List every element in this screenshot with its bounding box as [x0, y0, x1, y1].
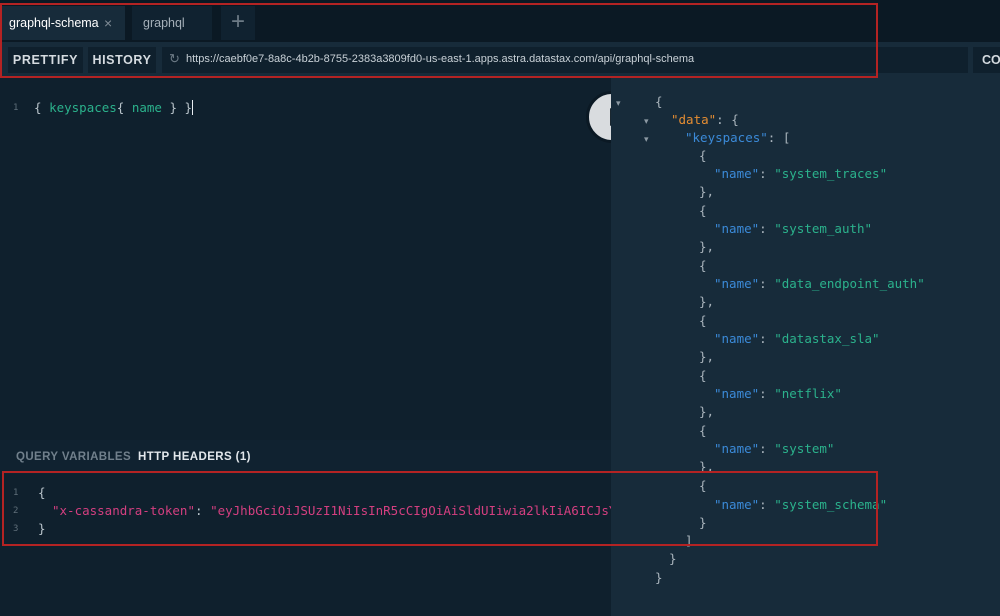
result-brace: },	[699, 349, 715, 364]
result-key-keyspaces: "keyspaces"	[685, 130, 768, 145]
line-number: 1	[13, 103, 19, 113]
result-brace: },	[699, 404, 715, 419]
result-key-name: "name"	[714, 276, 760, 291]
result-brace: {	[699, 368, 707, 383]
query-text[interactable]: { keyspaces{ name } }	[34, 100, 194, 115]
result-brace: }	[669, 551, 677, 566]
copy-curl-button[interactable]: CO	[973, 47, 1000, 73]
fold-icon[interactable]: ▾	[644, 134, 649, 145]
result-key-name: "name"	[714, 221, 760, 236]
result-entry: "name": "system"	[714, 441, 835, 456]
result-brace: },	[699, 239, 715, 254]
result-brace: {	[699, 148, 707, 163]
tab-http-headers[interactable]: HTTP HEADERS (1)	[138, 451, 251, 463]
result-entry: "name": "system_traces"	[714, 166, 888, 181]
result-brace: {	[699, 203, 707, 218]
result-value: "data_endpoint_auth"	[774, 276, 925, 291]
result-entry: "name": "datastax_sla"	[714, 331, 880, 346]
result-brace: {	[699, 258, 707, 273]
result-keyspaces-line: "keyspaces": [	[685, 130, 791, 145]
result-data-line: "data": {	[671, 112, 739, 127]
result-key-name: "name"	[714, 386, 760, 401]
query-field-name: name	[131, 100, 162, 115]
text-cursor	[192, 100, 194, 115]
result-entry: "name": "data_endpoint_auth"	[714, 276, 925, 291]
highlight-box	[0, 3, 878, 78]
result-key-name: "name"	[714, 166, 760, 181]
result-key-name: "name"	[714, 331, 760, 346]
result-brace: },	[699, 294, 715, 309]
query-field-keyspaces: keyspaces	[49, 100, 117, 115]
result-entry: "name": "netflix"	[714, 386, 842, 401]
fold-icon[interactable]: ▾	[616, 98, 621, 109]
result-brace: }	[655, 570, 663, 585]
fold-icon[interactable]: ▾	[644, 116, 649, 127]
result-value: "system_auth"	[774, 221, 873, 236]
result-value: "datastax_sla"	[774, 331, 880, 346]
result-key-name: "name"	[714, 441, 760, 456]
variables-tabs: QUERY VARIABLES HTTP HEADERS (1)	[0, 440, 611, 474]
brace-open: {	[34, 100, 50, 115]
highlight-box	[2, 471, 878, 546]
tab-query-variables[interactable]: QUERY VARIABLES	[16, 451, 131, 463]
result-value: "system_traces"	[774, 166, 888, 181]
result-entry: "name": "system_auth"	[714, 221, 873, 236]
query-editor[interactable]: 1 { keyspaces{ name } }	[0, 78, 611, 440]
brace-close: } }	[161, 100, 193, 115]
result-value: "system"	[774, 441, 835, 456]
result-key-data: "data"	[671, 112, 717, 127]
brace-inner-open: {	[116, 100, 132, 115]
result-brace: {	[699, 313, 707, 328]
result-brace: {	[699, 423, 707, 438]
result-brace: },	[699, 184, 715, 199]
result-value: "netflix"	[774, 386, 842, 401]
result-brace: {	[655, 94, 663, 109]
